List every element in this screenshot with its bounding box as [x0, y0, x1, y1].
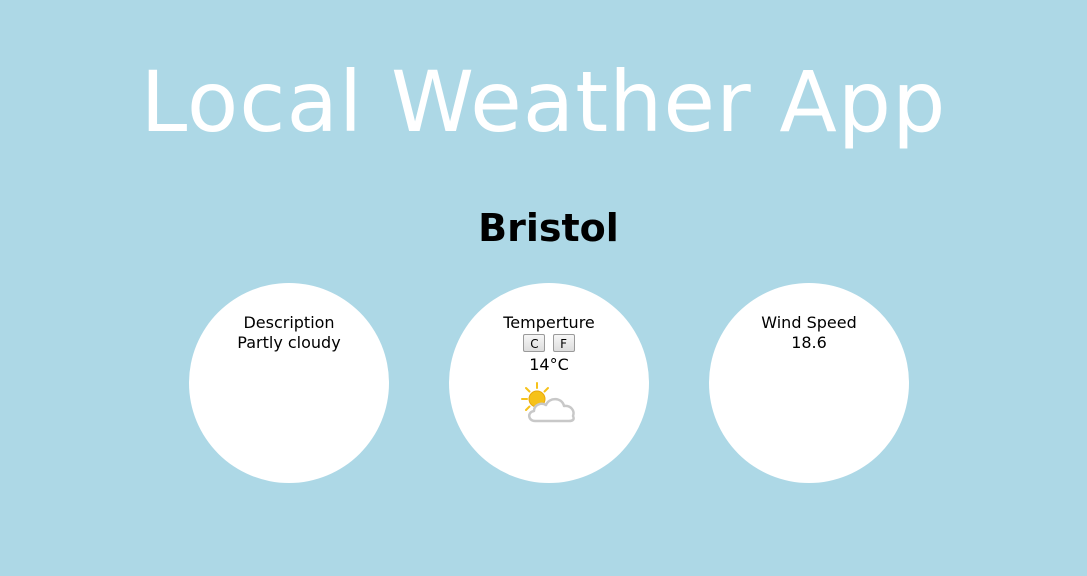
description-label: Description	[243, 313, 335, 332]
wind-value: 18.6	[791, 333, 827, 352]
fahrenheit-button[interactable]: F	[552, 334, 575, 352]
description-value: Partly cloudy	[237, 333, 341, 352]
celsius-button[interactable]: C	[523, 334, 546, 352]
wind-circle: Wind Speed 18.6	[709, 283, 909, 483]
city-name: Bristol	[478, 206, 619, 250]
temperature-circle: Temperture C F 14°C	[449, 283, 649, 483]
unit-toggle-group: C F	[449, 334, 649, 355]
temperature-label: Temperture	[503, 313, 595, 332]
wind-label: Wind Speed	[761, 313, 857, 332]
temperature-value: 14°C	[529, 355, 569, 374]
partly-cloudy-icon	[521, 382, 575, 423]
description-circle: Description Partly cloudy	[189, 283, 389, 483]
app-title: Local Weather App	[140, 53, 947, 151]
